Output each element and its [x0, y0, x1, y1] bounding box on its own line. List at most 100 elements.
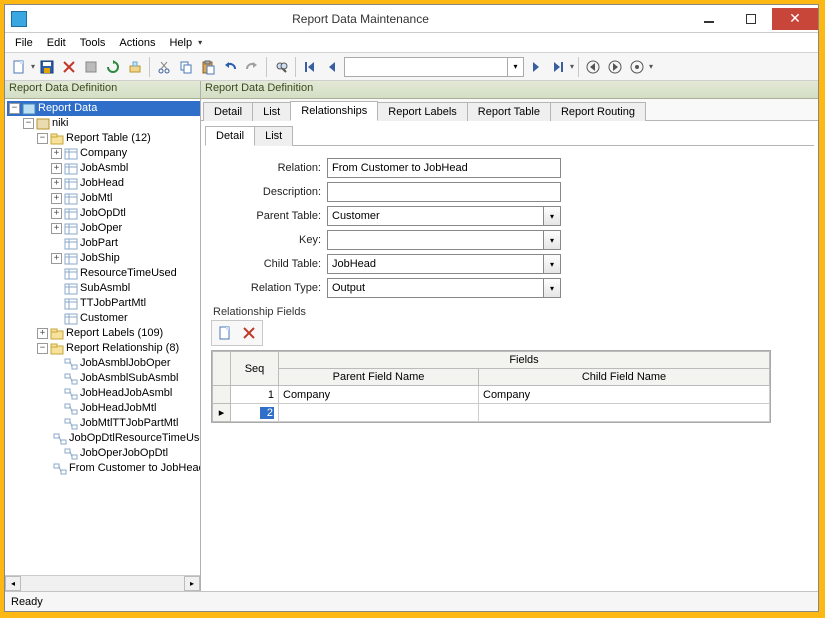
- tree-item[interactable]: TTJobPartMtl: [49, 296, 200, 311]
- find-button[interactable]: [271, 57, 291, 77]
- tab-report-table[interactable]: Report Table: [467, 102, 551, 121]
- undo-button[interactable]: [220, 57, 240, 77]
- expand-icon[interactable]: +: [51, 193, 62, 204]
- menu-overflow-icon[interactable]: ▾: [198, 38, 202, 47]
- tree-item[interactable]: JobMtlTTJobPartMtl: [49, 416, 200, 431]
- expand-icon[interactable]: +: [51, 208, 62, 219]
- chevron-down-icon[interactable]: ▾: [543, 254, 561, 274]
- copy-button[interactable]: [176, 57, 196, 77]
- collapse-icon[interactable]: −: [23, 118, 34, 129]
- cell-seq[interactable]: 1: [231, 386, 279, 404]
- col-parent[interactable]: Parent Field Name: [279, 369, 479, 386]
- tree-report-relationship[interactable]: −Report Relationship (8): [35, 341, 200, 356]
- stop-button[interactable]: [81, 57, 101, 77]
- tree-item[interactable]: +JobShip: [49, 251, 200, 266]
- tree-item[interactable]: +JobAsmbl: [49, 161, 200, 176]
- refresh-button[interactable]: [103, 57, 123, 77]
- tree-item[interactable]: JobHeadJobAsmbl: [49, 386, 200, 401]
- nav-last-button[interactable]: [548, 57, 568, 77]
- expand-icon[interactable]: +: [51, 223, 62, 234]
- new-row-button[interactable]: [214, 323, 236, 343]
- close-button[interactable]: ✕: [772, 8, 818, 30]
- cut-button[interactable]: [154, 57, 174, 77]
- delete-button[interactable]: [59, 57, 79, 77]
- tree-item[interactable]: +JobOpDtl: [49, 206, 200, 221]
- menu-file[interactable]: File: [9, 35, 39, 51]
- tree-item[interactable]: Customer: [49, 311, 200, 326]
- table-row[interactable]: ▸ 2: [213, 404, 770, 422]
- child-table-select[interactable]: JobHead: [327, 254, 543, 274]
- toolbar-overflow-icon[interactable]: ▾: [649, 62, 653, 71]
- expand-icon[interactable]: +: [51, 253, 62, 264]
- chevron-down-icon[interactable]: ▾: [543, 206, 561, 226]
- parent-table-select[interactable]: Customer: [327, 206, 543, 226]
- nav-overflow-icon[interactable]: ▾: [570, 62, 574, 71]
- maximize-button[interactable]: [730, 8, 772, 30]
- col-child[interactable]: Child Field Name: [479, 369, 770, 386]
- tree-root[interactable]: − Report Data: [7, 101, 200, 116]
- nav-prev-button[interactable]: [322, 57, 342, 77]
- tree-niki[interactable]: − niki: [21, 116, 200, 131]
- tab-list[interactable]: List: [252, 102, 291, 121]
- tree-item[interactable]: +JobOper: [49, 221, 200, 236]
- tree-hscrollbar[interactable]: ◂ ▸: [5, 575, 200, 591]
- chevron-down-icon[interactable]: ▾: [543, 230, 561, 250]
- expand-icon[interactable]: +: [51, 178, 62, 189]
- cell-parent[interactable]: [279, 404, 479, 422]
- chevron-down-icon[interactable]: ▾: [507, 58, 523, 76]
- tab-detail[interactable]: Detail: [203, 102, 253, 121]
- tree-item[interactable]: ResourceTimeUsed: [49, 266, 200, 281]
- relationship-fields-grid[interactable]: Seq Fields Parent Field Name Child Field…: [211, 350, 771, 423]
- new-button[interactable]: [9, 57, 29, 77]
- collapse-icon[interactable]: −: [37, 133, 48, 144]
- subtab-list[interactable]: List: [254, 126, 293, 146]
- tree-item[interactable]: +JobHead: [49, 176, 200, 191]
- expand-icon[interactable]: +: [51, 148, 62, 159]
- row-selector[interactable]: ▸: [213, 404, 231, 422]
- home-button[interactable]: [627, 57, 647, 77]
- clear-button[interactable]: [125, 57, 145, 77]
- menu-edit[interactable]: Edit: [41, 35, 72, 51]
- key-select[interactable]: [327, 230, 543, 250]
- back-button[interactable]: [583, 57, 603, 77]
- tree-report-table[interactable]: − Report Table (12): [35, 131, 200, 146]
- collapse-icon[interactable]: −: [9, 103, 20, 114]
- tab-report-labels[interactable]: Report Labels: [377, 102, 468, 121]
- scroll-right-button[interactable]: ▸: [184, 576, 200, 591]
- relation-type-select[interactable]: Output: [327, 278, 543, 298]
- paste-button[interactable]: [198, 57, 218, 77]
- table-row[interactable]: 1 Company Company: [213, 386, 770, 404]
- cell-child[interactable]: Company: [479, 386, 770, 404]
- row-selector[interactable]: [213, 386, 231, 404]
- tree-item[interactable]: JobOperJobOpDtl: [49, 446, 200, 461]
- scroll-left-button[interactable]: ◂: [5, 576, 21, 591]
- tree-item[interactable]: From Customer to JobHead: [49, 461, 200, 476]
- subtab-detail[interactable]: Detail: [205, 126, 255, 146]
- tree-item[interactable]: JobPart: [49, 236, 200, 251]
- col-seq[interactable]: Seq: [231, 352, 279, 386]
- redo-button[interactable]: [242, 57, 262, 77]
- menu-actions[interactable]: Actions: [113, 35, 161, 51]
- cell-seq-editing[interactable]: 2: [231, 404, 279, 422]
- save-button[interactable]: [37, 57, 57, 77]
- forward-button[interactable]: [605, 57, 625, 77]
- nav-first-button[interactable]: [300, 57, 320, 77]
- tree-item[interactable]: JobOpDtlResourceTimeUse: [49, 431, 200, 446]
- new-dropdown-arrow[interactable]: ▾: [31, 62, 35, 71]
- tab-report-routing[interactable]: Report Routing: [550, 102, 646, 121]
- tab-relationships[interactable]: Relationships: [290, 101, 378, 121]
- tree-item[interactable]: JobAsmblJobOper: [49, 356, 200, 371]
- expand-icon[interactable]: +: [37, 328, 48, 339]
- cell-parent[interactable]: Company: [279, 386, 479, 404]
- minimize-button[interactable]: [688, 8, 730, 30]
- tree-item[interactable]: JobAsmblSubAsmbl: [49, 371, 200, 386]
- menu-help[interactable]: Help: [163, 35, 198, 51]
- tree-item[interactable]: +JobMtl: [49, 191, 200, 206]
- tree-view[interactable]: − Report Data − niki: [5, 99, 200, 575]
- cell-child[interactable]: [479, 404, 770, 422]
- nav-combo[interactable]: ▾: [344, 57, 524, 77]
- tree-item[interactable]: JobHeadJobMtl: [49, 401, 200, 416]
- tree-report-labels[interactable]: +Report Labels (109): [35, 326, 200, 341]
- chevron-down-icon[interactable]: ▾: [543, 278, 561, 298]
- delete-row-button[interactable]: [238, 323, 260, 343]
